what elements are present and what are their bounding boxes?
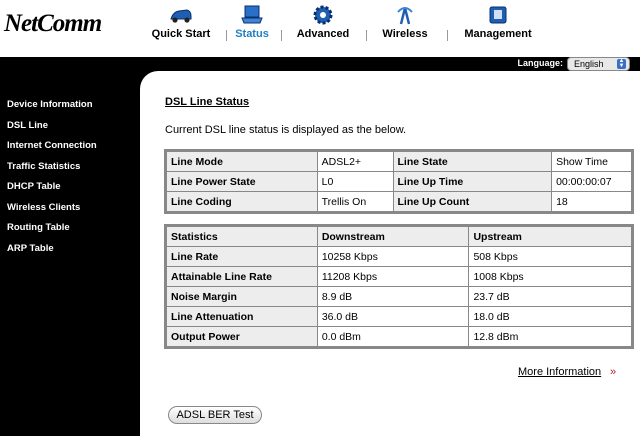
sidebar-item-wireless-clients[interactable]: Wireless Clients [7, 202, 80, 213]
table-row: Line Rate 10258 Kbps 508 Kbps [166, 246, 632, 267]
netcomm-logo: NetComm [4, 10, 102, 37]
table-value: 508 Kbps [468, 246, 632, 267]
page-title: DSL Line Status [165, 96, 250, 108]
table-value: 1008 Kbps [468, 266, 632, 287]
select-arrows-icon: ▲ ▼ [617, 58, 626, 69]
main-content: DSL Line Status Current DSL line status … [140, 71, 640, 436]
language-select[interactable]: English ▲ ▼ [567, 57, 630, 71]
adsl-ber-test-button[interactable]: ADSL BER Test [168, 406, 262, 424]
nav-separator [226, 30, 227, 41]
table-label: Noise Margin [166, 286, 318, 307]
nav-advanced[interactable]: Advanced [290, 0, 356, 57]
table-value: 8.9 dB [316, 286, 470, 307]
table-label: Line Attenuation [166, 306, 318, 327]
table-label: Line Rate [166, 246, 318, 267]
sidebar-item-device-information[interactable]: Device Information [7, 99, 93, 110]
car-icon [170, 9, 192, 23]
table-label: Attainable Line Rate [166, 266, 318, 287]
table-label: Line Mode [166, 151, 318, 172]
page-description: Current DSL line status is displayed as … [165, 124, 407, 136]
nav-label: Status [235, 28, 269, 40]
nav-label: Management [464, 28, 532, 40]
table-label: Line State [392, 151, 553, 172]
statistics-table: Statistics Downstream Upstream Line Rate… [164, 224, 634, 349]
sidebar-item-dhcp-table[interactable]: DHCP Table [7, 181, 61, 192]
table-row: Line Power State L0 Line Up Time 00:00:0… [166, 171, 632, 192]
sidebar: Device Information DSL Line Internet Con… [0, 71, 140, 436]
column-header: Downstream [316, 226, 470, 247]
nav-management[interactable]: Management [458, 0, 538, 57]
table-label: Line Up Time [392, 171, 553, 192]
table-label: Line Coding [166, 191, 318, 212]
line-status-table: Line Mode ADSL2+ Line State Show Time Li… [164, 149, 634, 214]
table-value: 18 [551, 191, 632, 212]
language-label: Language: [517, 58, 563, 68]
nav-separator [366, 30, 367, 41]
table-row: Line Coding Trellis On Line Up Count 18 [166, 191, 632, 212]
table-header-row: Statistics Downstream Upstream [166, 226, 632, 247]
table-row: Noise Margin 8.9 dB 23.7 dB [166, 286, 632, 307]
table-value: 36.0 dB [316, 306, 470, 327]
table-value: 18.0 dB [468, 306, 632, 327]
header-bar: NetComm Quick Start Status Advanced Wire… [0, 0, 640, 57]
table-row: Line Attenuation 36.0 dB 18.0 dB [166, 306, 632, 327]
table-row: Attainable Line Rate 11208 Kbps 1008 Kbp… [166, 266, 632, 287]
gear-icon [313, 5, 333, 25]
nav-quick-start[interactable]: Quick Start [144, 0, 218, 57]
sidebar-item-traffic-statistics[interactable]: Traffic Statistics [7, 161, 80, 172]
table-value: Show Time [551, 151, 632, 172]
table-label: Line Power State [166, 171, 318, 192]
table-value: 11208 Kbps [316, 266, 470, 287]
double-chevron-right-icon[interactable]: » [610, 366, 616, 378]
column-header: Upstream [468, 226, 632, 247]
table-value: ADSL2+ [316, 151, 394, 172]
nav-wireless[interactable]: Wireless [377, 0, 433, 57]
table-label: Line Up Count [392, 191, 553, 212]
wireless-icon [397, 7, 413, 25]
language-bar: Language: English ▲ ▼ [0, 57, 640, 71]
table-label: Output Power [166, 326, 318, 347]
sidebar-item-dsl-line[interactable]: DSL Line [7, 120, 48, 131]
laptop-icon [241, 5, 263, 24]
table-value: 23.7 dB [468, 286, 632, 307]
management-icon [489, 6, 507, 24]
table-value: 12.8 dBm [468, 326, 632, 347]
table-value: 10258 Kbps [316, 246, 470, 267]
nav-label: Quick Start [151, 28, 211, 40]
language-value: English [574, 59, 604, 69]
nav-separator [447, 30, 448, 41]
column-header: Statistics [166, 226, 318, 247]
table-value: L0 [316, 171, 394, 192]
nav-status[interactable]: Status [229, 0, 275, 57]
sidebar-item-arp-table[interactable]: ARP Table [7, 243, 54, 254]
nav-label: Wireless [382, 28, 428, 40]
table-value: 00:00:00:07 [551, 171, 632, 192]
nav-label: Advanced [296, 28, 350, 40]
table-value: 0.0 dBm [316, 326, 470, 347]
table-row: Line Mode ADSL2+ Line State Show Time [166, 151, 632, 172]
table-value: Trellis On [316, 191, 394, 212]
sidebar-item-routing-table[interactable]: Routing Table [7, 222, 70, 233]
more-information-link[interactable]: More Information [518, 366, 601, 378]
nav-separator [281, 30, 282, 41]
sidebar-item-internet-connection[interactable]: Internet Connection [7, 140, 97, 151]
table-row: Output Power 0.0 dBm 12.8 dBm [166, 326, 632, 347]
